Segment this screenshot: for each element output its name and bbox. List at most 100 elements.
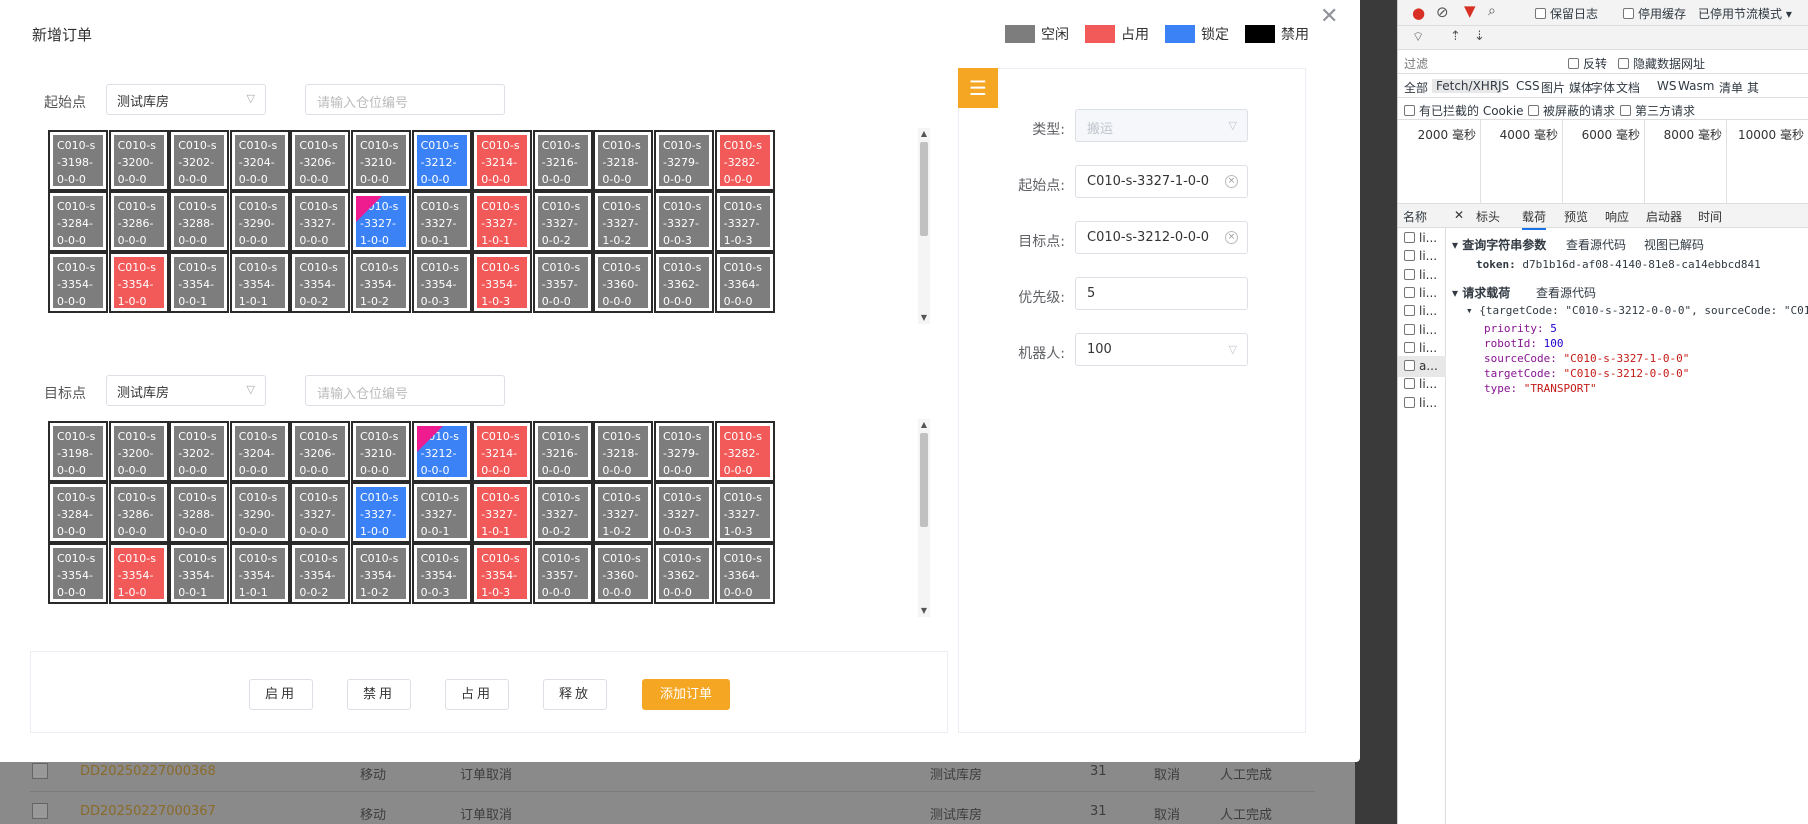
- manual-complete-link[interactable]: 人工完成: [1220, 764, 1272, 783]
- target-cell[interactable]: C010-s-3327-1-0-0: [351, 482, 411, 543]
- network-conditions-icon[interactable]: ⌔: [1412, 29, 1424, 45]
- query-params-section[interactable]: ▾ 查询字符串参数: [1452, 236, 1546, 253]
- target-cell[interactable]: C010-s-3212-0-0-0: [411, 421, 472, 482]
- source-cell[interactable]: C010-s-3204-0-0-0: [229, 130, 290, 191]
- type-filter-5[interactable]: 媒体: [1569, 79, 1593, 96]
- source-cell[interactable]: C010-s-3210-0-0-0: [351, 130, 411, 191]
- manual-complete-link[interactable]: 人工完成: [1220, 804, 1272, 823]
- disable-cache-checkbox[interactable]: 停用缓存: [1623, 5, 1686, 22]
- target-cell[interactable]: C010-s-3327-1-0-1: [472, 482, 533, 543]
- disable-button[interactable]: 禁用: [347, 679, 411, 710]
- source-cell[interactable]: C010-s-3357-0-0-0: [532, 252, 593, 313]
- target-cell[interactable]: C010-s-3210-0-0-0: [351, 421, 411, 482]
- row-checkbox[interactable]: [1404, 396, 1415, 408]
- occupy-button[interactable]: 占用: [445, 679, 509, 710]
- blocked-requests-checkbox[interactable]: 被屏蔽的请求: [1528, 102, 1615, 119]
- target-cell[interactable]: C010-s-3354-0-0-0: [48, 543, 108, 604]
- source-search-input[interactable]: 请输入仓位编号: [305, 84, 505, 115]
- source-cell[interactable]: C010-s-3206-0-0-0: [290, 130, 351, 191]
- type-filter-2[interactable]: JS: [1498, 79, 1509, 93]
- target-cell[interactable]: C010-s-3327-1-0-2: [593, 482, 654, 543]
- source-cell[interactable]: C010-s-3354-0-0-1: [169, 252, 230, 313]
- row-checkbox[interactable]: [1404, 268, 1415, 280]
- import-icon[interactable]: ⇡: [1450, 29, 1461, 44]
- view-source-link[interactable]: 查看源代码: [1566, 236, 1626, 253]
- clear-icon[interactable]: ×: [1225, 231, 1238, 244]
- source-cell[interactable]: C010-s-3282-0-0-0: [714, 130, 775, 191]
- target-cell[interactable]: C010-s-3354-0-0-1: [169, 543, 230, 604]
- type-filter-3[interactable]: CSS: [1516, 79, 1540, 93]
- row-checkbox[interactable]: [32, 803, 48, 819]
- row-checkbox[interactable]: [1404, 286, 1415, 298]
- name-column-header[interactable]: 名称: [1398, 204, 1446, 228]
- type-filter-4[interactable]: 图片: [1541, 79, 1565, 96]
- record-icon[interactable]: ●: [1412, 4, 1425, 22]
- type-filter-0[interactable]: 全部: [1404, 79, 1428, 96]
- source-cell[interactable]: C010-s-3327-1-0-2: [593, 191, 654, 252]
- target-cell[interactable]: C010-s-3354-0-0-2: [290, 543, 351, 604]
- source-cell[interactable]: C010-s-3362-0-0-0: [654, 252, 714, 313]
- target-warehouse-select[interactable]: 测试库房 ▽: [106, 375, 266, 406]
- panel-toggle-icon[interactable]: ☰: [958, 68, 998, 108]
- release-button[interactable]: 释放: [543, 679, 607, 710]
- close-detail-icon[interactable]: ✕: [1454, 208, 1464, 222]
- order-code[interactable]: DD20250227000367: [80, 804, 216, 819]
- source-cell[interactable]: C010-s-3200-0-0-0: [108, 130, 169, 191]
- source-cell[interactable]: C010-s-3354-0-0-2: [290, 252, 351, 313]
- target-cell[interactable]: C010-s-3354-0-0-3: [411, 543, 472, 604]
- target-grid-scrollbar[interactable]: ▲ ▼: [918, 419, 930, 617]
- source-cell[interactable]: C010-s-3216-0-0-0: [532, 130, 593, 191]
- source-cell[interactable]: C010-s-3354-1-0-3: [472, 252, 533, 313]
- scroll-up-icon[interactable]: ▲: [918, 419, 930, 431]
- type-filter-10[interactable]: 清单: [1719, 79, 1743, 96]
- close-icon[interactable]: ✕: [1320, 6, 1338, 28]
- source-cell[interactable]: C010-s-3327-0-0-1: [411, 191, 472, 252]
- target-cell[interactable]: C010-s-3354-1-0-3: [472, 543, 533, 604]
- scroll-up-icon[interactable]: ▲: [918, 128, 930, 140]
- source-cell[interactable]: C010-s-3354-1-0-2: [351, 252, 411, 313]
- type-filter-6[interactable]: 字体: [1591, 79, 1615, 96]
- target-cell[interactable]: C010-s-3200-0-0-0: [108, 421, 169, 482]
- add-order-button[interactable]: 添加订单: [642, 679, 730, 710]
- source-cell[interactable]: C010-s-3212-0-0-0: [411, 130, 472, 191]
- target-cell[interactable]: C010-s-3202-0-0-0: [169, 421, 230, 482]
- search-icon[interactable]: ⌕: [1488, 3, 1496, 19]
- target-cell[interactable]: C010-s-3204-0-0-0: [229, 421, 290, 482]
- detail-tab-3[interactable]: 响应: [1605, 208, 1629, 225]
- detail-tab-0[interactable]: 标头: [1476, 208, 1500, 225]
- row-checkbox[interactable]: [1404, 305, 1415, 317]
- cancel-link[interactable]: 取消: [1154, 764, 1180, 783]
- target-cell[interactable]: C010-s-3216-0-0-0: [532, 421, 593, 482]
- source-cell[interactable]: C010-s-3327-1-0-1: [472, 191, 533, 252]
- preserve-log-checkbox[interactable]: 保留日志: [1535, 5, 1598, 22]
- source-cell[interactable]: C010-s-3198-0-0-0: [48, 130, 108, 191]
- target-cell[interactable]: C010-s-3290-0-0-0: [229, 482, 290, 543]
- source-cell[interactable]: C010-s-3354-0-0-3: [411, 252, 472, 313]
- type-filter-1[interactable]: Fetch/XHR: [1432, 79, 1503, 93]
- priority-input[interactable]: 5: [1075, 277, 1248, 310]
- target-cell[interactable]: C010-s-3284-0-0-0: [48, 482, 108, 543]
- filter-input[interactable]: 过滤: [1404, 55, 1554, 72]
- source-point-field[interactable]: C010-s-3327-1-0-0 ×: [1075, 165, 1248, 198]
- target-cell[interactable]: C010-s-3218-0-0-0: [593, 421, 654, 482]
- source-cell[interactable]: C010-s-3202-0-0-0: [169, 130, 230, 191]
- detail-tab-4[interactable]: 启动器: [1646, 208, 1682, 225]
- robot-select[interactable]: 100 ▽: [1075, 333, 1248, 366]
- source-cell[interactable]: C010-s-3327-1-0-3: [714, 191, 775, 252]
- payload-summary[interactable]: ▾ {targetCode: "C010-s-3212-0-0-0", sour…: [1466, 304, 1808, 317]
- source-cell[interactable]: C010-s-3327-0-0-3: [654, 191, 714, 252]
- source-cell[interactable]: C010-s-3284-0-0-0: [48, 191, 108, 252]
- throttle-select[interactable]: 已停用节流模式 ▾: [1698, 5, 1792, 22]
- target-cell[interactable]: C010-s-3360-0-0-0: [593, 543, 654, 604]
- source-cell[interactable]: C010-s-3286-0-0-0: [108, 191, 169, 252]
- target-cell[interactable]: C010-s-3286-0-0-0: [108, 482, 169, 543]
- row-checkbox[interactable]: [1404, 232, 1415, 243]
- detail-tab-2[interactable]: 预览: [1564, 208, 1588, 225]
- target-cell[interactable]: C010-s-3327-1-0-3: [714, 482, 775, 543]
- target-cell[interactable]: C010-s-3364-0-0-0: [714, 543, 775, 604]
- target-point-field[interactable]: C010-s-3212-0-0-0 ×: [1075, 221, 1248, 254]
- row-checkbox[interactable]: [1404, 250, 1415, 262]
- source-cell[interactable]: C010-s-3354-0-0-0: [48, 252, 108, 313]
- source-cell[interactable]: C010-s-3327-0-0-0: [290, 191, 351, 252]
- type-filter-11[interactable]: 其: [1747, 79, 1759, 96]
